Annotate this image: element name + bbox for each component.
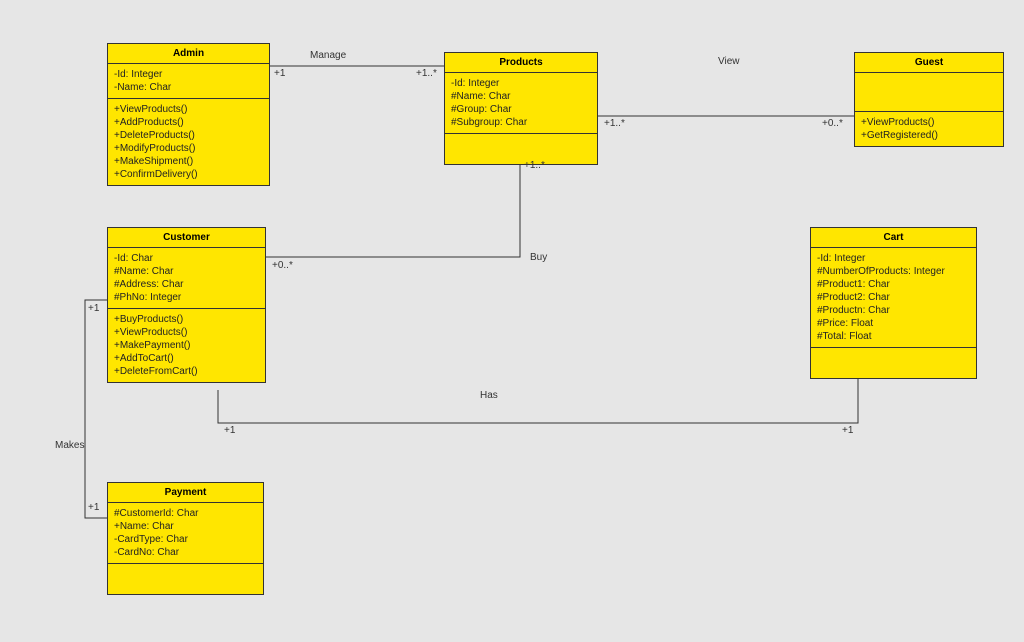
relation-manage-right-mult: +1..* xyxy=(416,68,437,79)
attr: #Name: Char xyxy=(114,265,259,278)
attr: -CardType: Char xyxy=(114,533,257,546)
class-admin: Admin -Id: Integer -Name: Char +ViewProd… xyxy=(107,43,270,186)
attr: #Group: Char xyxy=(451,103,591,116)
method: +DeleteProducts() xyxy=(114,129,263,142)
attr: #Product1: Char xyxy=(817,278,970,291)
relation-buy-label: Buy xyxy=(530,252,547,263)
attr: #Productn: Char xyxy=(817,304,970,317)
method: +AddProducts() xyxy=(114,116,263,129)
class-customer-attributes: -Id: Char #Name: Char #Address: Char #Ph… xyxy=(108,248,265,309)
attr: #Price: Float xyxy=(817,317,970,330)
class-products-methods xyxy=(445,134,597,164)
relation-buy-top-mult: +1..* xyxy=(524,160,545,171)
attr: #Address: Char xyxy=(114,278,259,291)
attr: #Name: Char xyxy=(451,90,591,103)
attr: -Id: Integer xyxy=(817,252,970,265)
class-products-attributes: -Id: Integer #Name: Char #Group: Char #S… xyxy=(445,73,597,134)
class-customer: Customer -Id: Char #Name: Char #Address:… xyxy=(107,227,266,383)
attr: -Id: Char xyxy=(114,252,259,265)
relation-has-left-mult: +1 xyxy=(224,425,235,436)
class-products: Products -Id: Integer #Name: Char #Group… xyxy=(444,52,598,165)
relation-has-right-mult: +1 xyxy=(842,425,853,436)
class-payment-attributes: #CustomerId: Char +Name: Char -CardType:… xyxy=(108,503,263,564)
class-guest-attributes xyxy=(855,73,1003,112)
method: +MakePayment() xyxy=(114,339,259,352)
method: +ViewProducts() xyxy=(114,326,259,339)
method: +AddToCart() xyxy=(114,352,259,365)
class-products-title: Products xyxy=(445,53,597,73)
class-cart-attributes: -Id: Integer #NumberOfProducts: Integer … xyxy=(811,248,976,348)
attr: -Name: Char xyxy=(114,81,263,94)
class-payment: Payment #CustomerId: Char +Name: Char -C… xyxy=(107,482,264,595)
relation-has-label: Has xyxy=(480,390,498,401)
relation-makes-label: Makes xyxy=(55,440,84,451)
relation-view-right-mult: +0..* xyxy=(822,118,843,129)
class-cart-methods xyxy=(811,348,976,378)
relation-manage-left-mult: +1 xyxy=(274,68,285,79)
method: +MakeShipment() xyxy=(114,155,263,168)
class-guest-methods: +ViewProducts() +GetRegistered() xyxy=(855,112,1003,146)
relation-view-left-mult: +1..* xyxy=(604,118,625,129)
method: +ViewProducts() xyxy=(114,103,263,116)
relation-view-label: View xyxy=(718,56,740,67)
relation-makes-top-mult: +1 xyxy=(88,303,99,314)
relation-manage-label: Manage xyxy=(310,50,346,61)
attr: -Id: Integer xyxy=(451,77,591,90)
attr: +Name: Char xyxy=(114,520,257,533)
method: +GetRegistered() xyxy=(861,129,997,142)
method: +DeleteFromCart() xyxy=(114,365,259,378)
class-payment-methods xyxy=(108,564,263,594)
attr: #NumberOfProducts: Integer xyxy=(817,265,970,278)
relation-buy-left-mult: +0..* xyxy=(272,260,293,271)
class-guest: Guest +ViewProducts() +GetRegistered() xyxy=(854,52,1004,147)
attr: #Product2: Char xyxy=(817,291,970,304)
attr: -CardNo: Char xyxy=(114,546,257,559)
method: +ViewProducts() xyxy=(861,116,997,129)
class-customer-title: Customer xyxy=(108,228,265,248)
method: +ConfirmDelivery() xyxy=(114,168,263,181)
class-cart: Cart -Id: Integer #NumberOfProducts: Int… xyxy=(810,227,977,379)
attr: -Id: Integer xyxy=(114,68,263,81)
class-admin-title: Admin xyxy=(108,44,269,64)
attr: #CustomerId: Char xyxy=(114,507,257,520)
class-admin-methods: +ViewProducts() +AddProducts() +DeletePr… xyxy=(108,99,269,185)
class-customer-methods: +BuyProducts() +ViewProducts() +MakePaym… xyxy=(108,309,265,382)
attr: #PhNo: Integer xyxy=(114,291,259,304)
attr: #Subgroup: Char xyxy=(451,116,591,129)
class-admin-attributes: -Id: Integer -Name: Char xyxy=(108,64,269,99)
relation-makes-bottom-mult: +1 xyxy=(88,502,99,513)
method: +BuyProducts() xyxy=(114,313,259,326)
class-guest-title: Guest xyxy=(855,53,1003,73)
class-cart-title: Cart xyxy=(811,228,976,248)
method: +ModifyProducts() xyxy=(114,142,263,155)
class-payment-title: Payment xyxy=(108,483,263,503)
attr: #Total: Float xyxy=(817,330,970,343)
